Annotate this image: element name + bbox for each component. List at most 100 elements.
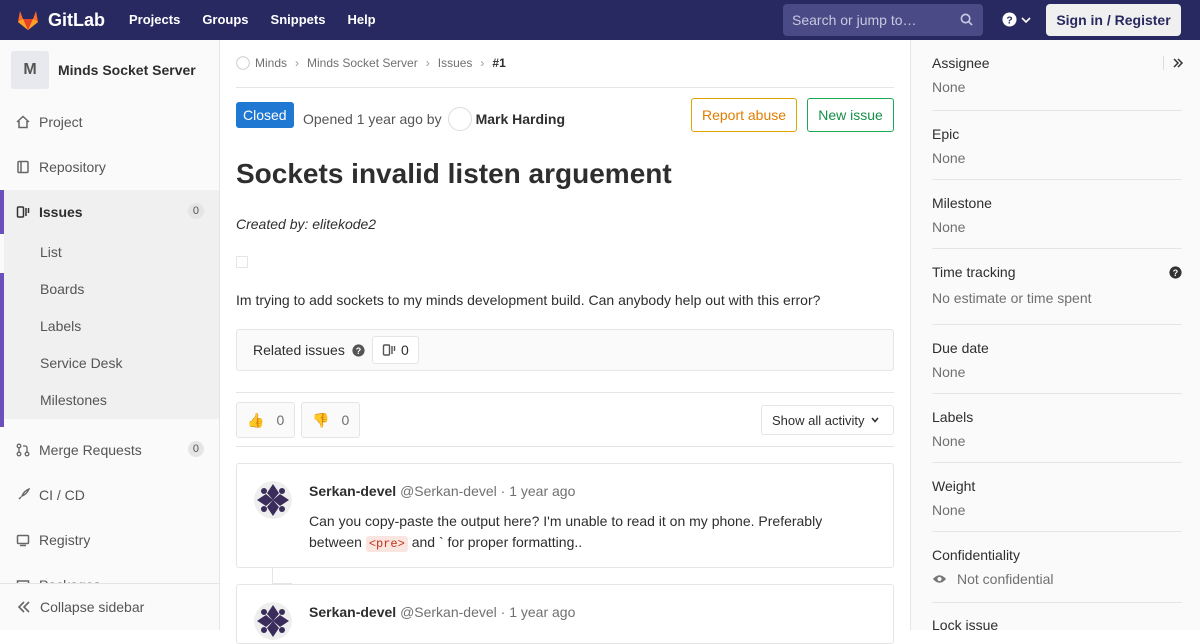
question-icon[interactable]: ? <box>1169 266 1182 279</box>
project-header[interactable]: M Minds Socket Server <box>11 51 196 89</box>
assignee-value: None <box>932 79 966 95</box>
collapse-sidebar-button[interactable]: Collapse sidebar <box>0 583 219 630</box>
breadcrumb-separator: › <box>425 56 430 70</box>
nav-projects[interactable]: Projects <box>129 12 180 27</box>
issues-count-badge: 0 <box>187 203 204 219</box>
time-tracking-label: Time tracking <box>932 264 1016 280</box>
issues-icon <box>382 344 396 356</box>
identicon-avatar <box>254 481 292 519</box>
sidebar-item-ci-cd[interactable]: CI / CD <box>0 473 219 517</box>
breadcrumb-project[interactable]: Minds Socket Server <box>307 56 418 70</box>
show-activity-dropdown[interactable]: Show all activity <box>761 405 894 435</box>
epic-value: None <box>932 150 966 166</box>
expand-sidebar-icon[interactable] <box>1172 57 1184 69</box>
search-icon <box>960 13 973 26</box>
related-issues-label: Related issues <box>253 342 345 358</box>
sidebar-sub-labels[interactable]: Labels <box>4 308 219 345</box>
author-name[interactable]: Mark Harding <box>476 111 565 127</box>
sidebar-sub-list[interactable]: List <box>4 234 219 271</box>
collapse-sidebar-label: Collapse sidebar <box>40 599 145 615</box>
labels-label: Labels <box>932 409 974 425</box>
gitlab-logo[interactable]: GitLab <box>16 8 105 32</box>
breadcrumb-issues[interactable]: Issues <box>438 56 473 70</box>
rocket-icon <box>18 488 30 500</box>
confidentiality-row: Not confidential <box>932 571 1182 587</box>
commenter-avatar[interactable] <box>254 481 292 519</box>
question-icon: ? <box>1002 12 1017 27</box>
sidebar-item-merge-requests[interactable]: Merge Requests 0 <box>0 428 219 472</box>
top-navbar: GitLab Projects Groups Snippets Help Sea… <box>0 0 1200 40</box>
comment-body: Can you copy-paste the output here? I'm … <box>309 511 869 555</box>
divider <box>236 446 894 447</box>
comment-time[interactable]: 1 year ago <box>509 604 575 620</box>
breadcrumb: Minds › Minds Socket Server › Issues › #… <box>236 56 506 70</box>
issue-sidebar: Assignee None Epic None Milestone None T… <box>910 40 1200 630</box>
sidebar-sub-service-desk[interactable]: Service Desk <box>4 345 219 382</box>
related-issues-count[interactable]: 0 <box>372 336 419 364</box>
question-icon[interactable]: ? <box>352 344 365 357</box>
epic-block: Epic None <box>932 126 1182 166</box>
tanuki-icon <box>18 11 38 30</box>
breadcrumb-current[interactable]: #1 <box>492 56 505 70</box>
book-icon <box>17 160 29 174</box>
commenter-avatar[interactable] <box>254 602 292 640</box>
thumbs-up-count: 0 <box>276 412 285 428</box>
milestone-block: Milestone None <box>932 195 1182 235</box>
lock-issue-block: Lock issue <box>932 617 1182 630</box>
thumbs-down-button[interactable]: 👎 0 <box>301 402 361 438</box>
related-issues-block: Related issues ? 0 <box>236 329 894 371</box>
epic-label: Epic <box>932 126 960 142</box>
search-input[interactable]: Search or jump to… <box>783 4 983 36</box>
breadcrumb-minds[interactable]: Minds <box>255 56 287 70</box>
merge-request-icon <box>16 443 30 457</box>
gitlab-wordmark: GitLab <box>48 9 105 30</box>
sign-in-button[interactable]: Sign in / Register <box>1046 4 1181 36</box>
sidebar-item-label: Issues <box>39 204 83 220</box>
new-issue-button[interactable]: New issue <box>807 98 894 132</box>
comment-handle[interactable]: @Serkan-devel <box>400 604 497 620</box>
assignee-label: Assignee <box>932 55 990 71</box>
nav-help[interactable]: Help <box>347 12 375 27</box>
milestone-value: None <box>932 219 966 235</box>
svg-text:?: ? <box>356 346 361 356</box>
issue-title: Sockets invalid listen arguement <box>236 158 672 189</box>
sidebar-item-label: Repository <box>39 159 106 175</box>
top-nav: Projects Groups Snippets Help <box>129 12 398 27</box>
confidentiality-label: Confidentiality <box>932 547 1020 563</box>
labels-block: Labels None <box>932 409 1182 449</box>
comment-author[interactable]: Serkan-devel <box>309 483 396 499</box>
comment-handle[interactable]: @Serkan-devel <box>400 483 497 499</box>
divider <box>236 87 894 88</box>
time-tracking-value: No estimate or time spent <box>932 290 1092 306</box>
help-dropdown[interactable]: ? <box>1002 12 1032 27</box>
comment-time[interactable]: 1 year ago <box>509 483 575 499</box>
comment: Serkan-devel @Serkan-devel · 1 year ago <box>236 584 894 644</box>
confidentiality-block: Confidentiality Not confidential <box>932 547 1182 587</box>
due-date-block: Due date None <box>932 340 1182 380</box>
opened-by: by <box>426 111 442 127</box>
sidebar-sub-boards[interactable]: Boards <box>4 271 219 308</box>
breadcrumb-separator: › <box>295 56 300 70</box>
svg-text:?: ? <box>1173 268 1178 278</box>
labels-value: None <box>932 433 966 449</box>
report-abuse-button[interactable]: Report abuse <box>691 98 797 132</box>
comment-author[interactable]: Serkan-devel <box>309 604 396 620</box>
nav-groups[interactable]: Groups <box>202 12 248 27</box>
author-avatar[interactable] <box>447 107 472 131</box>
sidebar-sub-milestones[interactable]: Milestones <box>4 382 219 419</box>
comment-text-tail: and ` for proper formatting.. <box>407 534 583 550</box>
eye-icon <box>932 575 947 583</box>
sidebar-item-registry[interactable]: Registry <box>0 518 219 562</box>
sidebar-item-repository[interactable]: Repository <box>0 145 219 189</box>
nav-snippets[interactable]: Snippets <box>271 12 326 27</box>
sidebar-item-issues[interactable]: Issues 0 <box>0 190 219 234</box>
comment: Serkan-devel @Serkan-devel · 1 year ago … <box>236 463 894 568</box>
sidebar-item-label: CI / CD <box>39 487 85 503</box>
opened-prefix: Opened <box>303 111 353 127</box>
sidebar-item-project[interactable]: Project <box>0 100 219 144</box>
status-badge: Closed <box>236 102 294 128</box>
issues-icon <box>16 206 30 218</box>
assignee-block: Assignee None <box>932 55 1182 95</box>
opened-time: 1 year ago <box>356 111 423 127</box>
thumbs-up-button[interactable]: 👍 0 <box>236 402 296 438</box>
